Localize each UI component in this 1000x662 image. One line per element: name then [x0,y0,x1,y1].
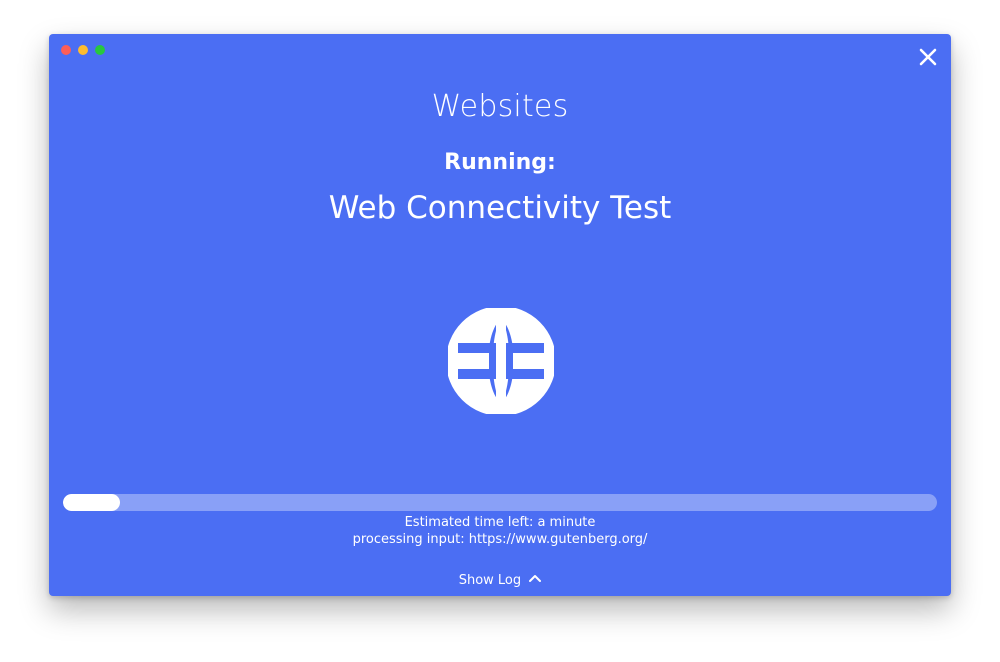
chevron-up-icon [529,571,542,586]
show-log-button[interactable]: Show Log [49,573,951,588]
show-log-label: Show Log [458,573,522,588]
estimated-time-text: Estimated time left: a minute [404,515,596,530]
running-label: Running: [444,150,556,175]
progress-bar [63,494,937,511]
window-minimize-button[interactable] [78,45,88,55]
window-controls [61,45,105,55]
progress-bar-fill [63,494,120,511]
test-name: Web Connectivity Test [328,190,672,226]
window-close-button[interactable] [61,45,71,55]
app-window: Websites Running: Web Connectivity Test … [49,34,951,596]
processing-input-text: processing input: https://www.gutenberg.… [352,532,648,547]
globe-icon [446,306,556,416]
close-icon[interactable] [917,46,939,68]
page-title: Websites [431,89,569,124]
window-zoom-button[interactable] [95,45,105,55]
